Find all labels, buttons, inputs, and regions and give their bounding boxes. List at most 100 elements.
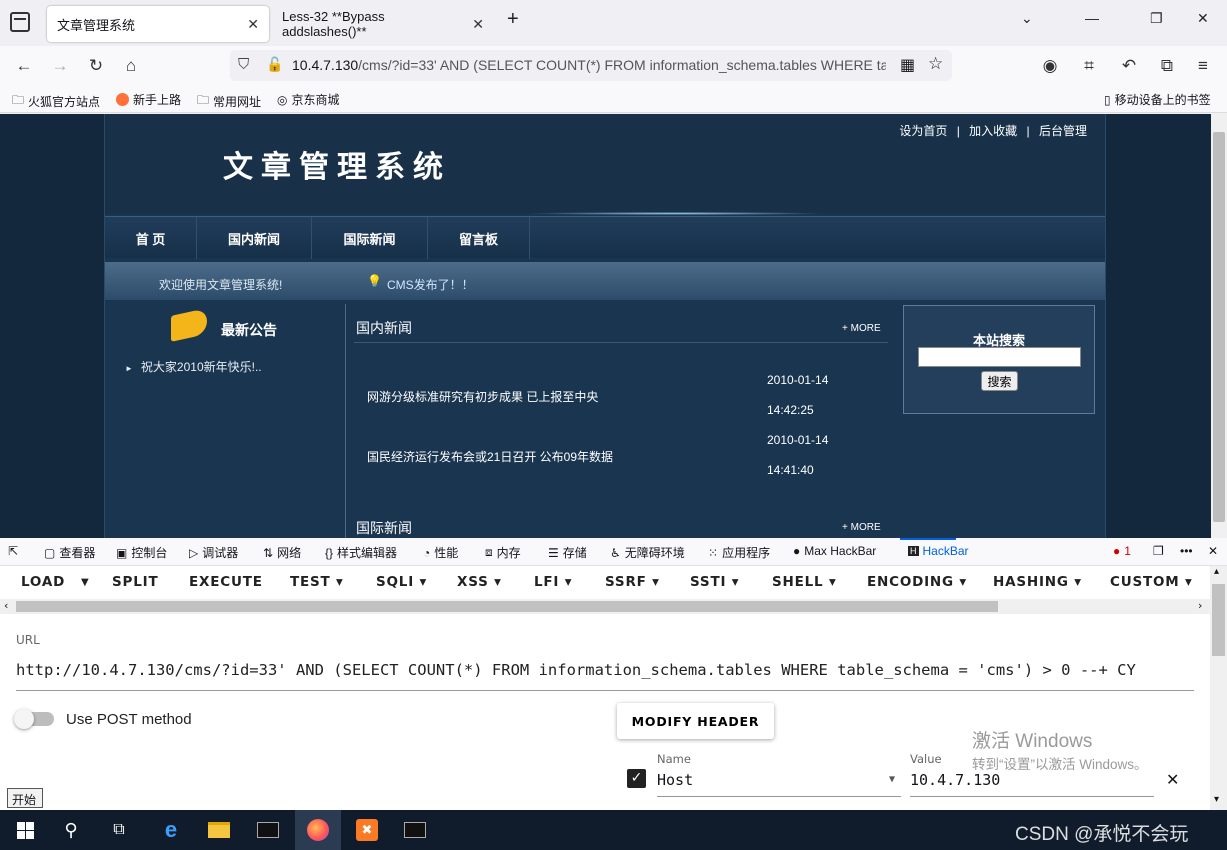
bookmark-item[interactable]: 🗀 常用网址: [197, 91, 261, 112]
close-tab-icon[interactable]: ✕: [247, 16, 259, 33]
bookmark-item[interactable]: 🗀 火狐官方站点: [12, 91, 100, 112]
execute-button[interactable]: EXECUTE: [189, 574, 263, 590]
bookmark-item[interactable]: 新手上路: [116, 91, 181, 108]
header-enabled-checkbox[interactable]: ✓: [627, 769, 646, 788]
xss-menu[interactable]: XSS ▾: [457, 574, 502, 590]
extensions-icon[interactable]: ⧉: [1155, 54, 1179, 78]
task-view-icon[interactable]: ⧉: [96, 810, 142, 850]
ssti-menu[interactable]: SSTI ▾: [690, 574, 739, 590]
bookmark-item[interactable]: ◎ 京东商城: [277, 91, 340, 108]
maximize-icon[interactable]: ❐: [1150, 10, 1163, 27]
hashing-menu[interactable]: HASHING ▾: [993, 574, 1082, 590]
ie-icon[interactable]: e: [148, 810, 194, 850]
menu-item-home[interactable]: 首 页: [105, 217, 197, 259]
header-name-select[interactable]: Host ▼: [657, 771, 901, 797]
error-counter[interactable]: ● 1: [1113, 544, 1131, 558]
terminal-icon-2[interactable]: [392, 810, 438, 850]
app-menu-icon[interactable]: ≡: [1191, 54, 1215, 78]
tab-hackbar[interactable]: H HackBar: [908, 544, 969, 558]
tab-performance[interactable]: ◔ 性能: [423, 544, 458, 561]
more-options-icon[interactable]: •••: [1180, 544, 1193, 558]
remove-header-icon[interactable]: ✕: [1166, 770, 1179, 789]
account-icon[interactable]: ◉: [1038, 54, 1062, 78]
terminal-icon[interactable]: [245, 810, 291, 850]
tab-list-icon[interactable]: [10, 12, 30, 32]
sqli-menu[interactable]: SQLI ▾: [376, 574, 427, 590]
tab-memory[interactable]: ⧈ 内存: [485, 544, 521, 561]
add-favorite-link[interactable]: 加入收藏: [969, 124, 1017, 138]
xampp-icon[interactable]: ✖: [344, 810, 390, 850]
ssrf-menu[interactable]: SSRF ▾: [605, 574, 660, 590]
news-title[interactable]: 国民经济运行发布会或21日召开 公布09年数据: [367, 448, 613, 465]
split-button[interactable]: SPLIT: [112, 574, 158, 590]
tab-active[interactable]: 文章管理系统 ✕: [47, 6, 269, 42]
close-devtools-icon[interactable]: ✕: [1208, 544, 1218, 558]
header-value-input[interactable]: 10.4.7.130: [910, 771, 1154, 797]
screenshot-icon[interactable]: ⌗: [1077, 54, 1101, 78]
scroll-right-icon[interactable]: ›: [1198, 599, 1202, 612]
close-tab-icon[interactable]: ✕: [472, 16, 484, 33]
announce-marquee[interactable]: CMS发布了！！: [387, 276, 474, 293]
insecure-lock-icon[interactable]: 🔓: [266, 56, 283, 73]
load-button[interactable]: LOAD: [21, 574, 65, 590]
search-input[interactable]: [918, 347, 1081, 367]
tab-console[interactable]: ▣ 控制台: [116, 544, 167, 561]
qr-code-icon[interactable]: ▦: [900, 55, 915, 75]
reload-icon[interactable]: ↻: [84, 54, 108, 78]
menu-scrollbar[interactable]: ‹ ›: [0, 599, 1210, 614]
tab-debugger[interactable]: ▷ 调试器: [189, 544, 238, 561]
back-icon[interactable]: ←: [12, 54, 36, 78]
element-picker-icon[interactable]: ⇱: [8, 544, 18, 558]
encoding-menu[interactable]: ENCODING ▾: [867, 574, 967, 590]
search-button[interactable]: 搜索: [981, 371, 1018, 391]
menu-item-international[interactable]: 国际新闻: [312, 217, 428, 259]
new-tab-icon[interactable]: +: [507, 8, 519, 31]
notice-item[interactable]: ► 祝大家2010新年快乐!..: [125, 358, 262, 375]
search-icon[interactable]: ⚲: [48, 810, 94, 850]
page-scrollbar[interactable]: [1211, 114, 1227, 538]
list-tabs-chevron-icon[interactable]: ⌄: [1021, 10, 1033, 27]
post-method-toggle[interactable]: [14, 709, 54, 729]
tab-inspector[interactable]: ▢ 查看器: [44, 544, 95, 561]
scrollbar-thumb[interactable]: [16, 601, 998, 612]
scroll-down-icon[interactable]: ▾: [1214, 794, 1219, 805]
test-menu[interactable]: TEST ▾: [290, 574, 344, 590]
home-icon[interactable]: ⌂: [119, 54, 143, 78]
address-bar[interactable]: ⛉ 🔓 10.4.7.130/cms/?id=33' AND (SELECT C…: [230, 50, 952, 81]
lfi-menu[interactable]: LFI ▾: [534, 574, 572, 590]
tab-network[interactable]: ⇅ 网络: [263, 544, 301, 561]
tab-max-hackbar[interactable]: ● Max HackBar: [793, 544, 876, 558]
mobile-bookmarks[interactable]: ▯ 移动设备上的书签: [1104, 91, 1211, 108]
undo-icon[interactable]: ↶: [1117, 54, 1141, 78]
domestic-more-link[interactable]: + MORE: [842, 323, 881, 334]
shield-icon[interactable]: ⛉: [238, 56, 249, 73]
tab-application[interactable]: ⁙ 应用程序: [708, 544, 770, 561]
firefox-taskbar-icon[interactable]: [295, 810, 341, 850]
scroll-left-icon[interactable]: ‹: [4, 599, 8, 612]
shell-menu[interactable]: SHELL ▾: [772, 574, 837, 590]
devtools-scrollbar[interactable]: ▴ ▾: [1210, 566, 1227, 810]
close-window-icon[interactable]: ✕: [1197, 10, 1209, 27]
forward-icon[interactable]: →: [48, 54, 72, 78]
set-homepage-link[interactable]: 设为首页: [899, 124, 947, 138]
notice-title: 最新公告: [221, 322, 277, 338]
custom-menu[interactable]: CUSTOM ▾: [1110, 574, 1193, 590]
news-title[interactable]: 网游分级标准研究有初步成果 已上报至中央: [367, 388, 598, 405]
file-explorer-icon[interactable]: [196, 810, 242, 850]
windows-start-icon[interactable]: [2, 810, 48, 850]
tab-storage[interactable]: ☰ 存储: [548, 544, 587, 561]
menu-item-guestbook[interactable]: 留言板: [428, 217, 530, 259]
minimize-icon[interactable]: —: [1085, 10, 1099, 26]
menu-item-domestic[interactable]: 国内新闻: [197, 217, 312, 259]
load-dropdown-icon[interactable]: ▼: [81, 577, 90, 588]
tab-inactive[interactable]: Less-32 **Bypass addslashes()** ✕: [272, 6, 494, 42]
dock-icon[interactable]: ❐: [1153, 544, 1164, 558]
admin-link[interactable]: 后台管理: [1039, 124, 1087, 138]
url-textarea[interactable]: http://10.4.7.130/cms/?id=33' AND (SELEC…: [16, 661, 1194, 691]
modify-header-button[interactable]: MODIFY HEADER: [617, 703, 774, 739]
international-more-link[interactable]: + MORE: [842, 522, 881, 533]
tab-style-editor[interactable]: {} 样式编辑器: [325, 544, 397, 561]
scroll-up-icon[interactable]: ▴: [1214, 566, 1219, 577]
bookmark-star-icon[interactable]: ☆: [928, 54, 943, 74]
tab-accessibility[interactable]: ♿ 无障碍环境: [610, 544, 685, 561]
